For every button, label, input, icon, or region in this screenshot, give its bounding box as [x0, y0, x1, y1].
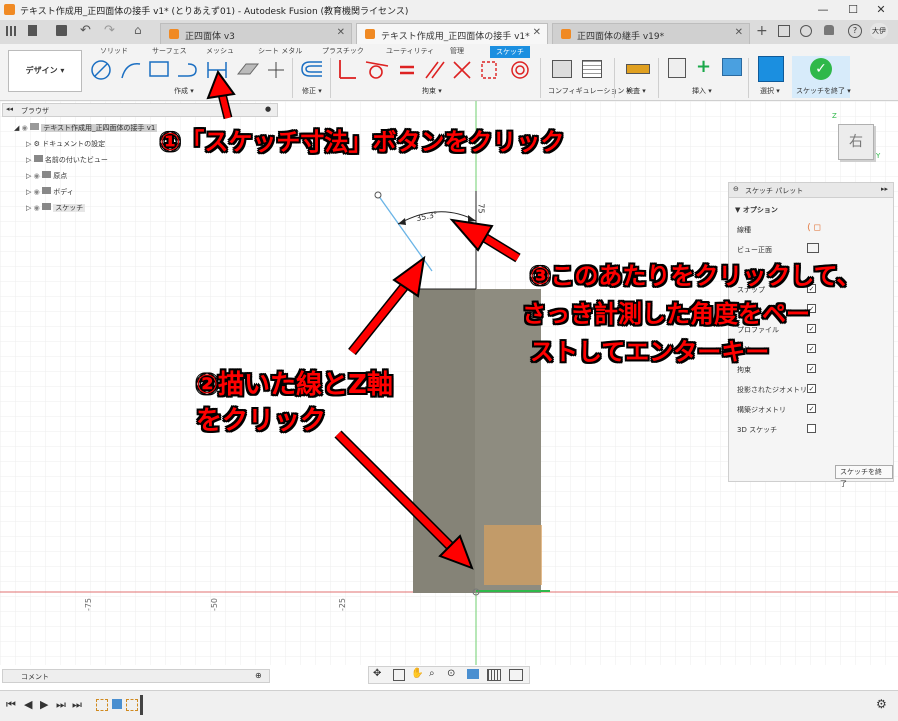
timeline-prev-icon[interactable]: ◀ [24, 698, 32, 711]
timeline-sketch-feature-icon[interactable] [96, 699, 108, 711]
annotation-step3-line3: ストしてエンターキー [530, 338, 770, 366]
add-comment-icon[interactable]: ⊕ [255, 671, 262, 680]
annotation-arrow-2b [334, 430, 474, 570]
display-settings-icon[interactable] [467, 669, 479, 679]
pan-icon[interactable]: ✋ [411, 668, 423, 679]
annotation-step2-line2: をクリック [196, 406, 327, 436]
annotation-arrow-1 [206, 69, 236, 120]
timeline-next-icon[interactable]: ⏭ [56, 698, 66, 712]
timeline-last-icon[interactable]: ⏭ [72, 698, 82, 712]
look-at-nav-icon[interactable] [393, 669, 405, 681]
comment-title: コメント [21, 673, 49, 681]
timeline-settings-icon[interactable]: ⚙ [876, 697, 887, 711]
timeline-extrude-feature-icon[interactable] [112, 699, 122, 709]
timeline-play-icon[interactable]: ▶ [40, 698, 48, 711]
annotation-step2-line1: ②描いた線とZ軸 [196, 370, 393, 400]
timeline-sketch-feature-icon[interactable] [126, 699, 138, 711]
timeline-first-icon[interactable]: ⏮ [6, 698, 16, 712]
annotation-step1: ①「スケッチ寸法」ボタンをクリック [160, 128, 565, 156]
annotation-arrow-3 [449, 218, 521, 263]
timeline-bar: ⏮ ◀ ▶ ⏭ ⏭ ⚙ [0, 690, 898, 721]
comment-panel-header[interactable]: コメント ⊕ [2, 669, 270, 683]
grid-settings-icon[interactable] [487, 669, 501, 681]
fit-icon[interactable]: ⊙ [447, 668, 455, 679]
timeline-marker[interactable] [140, 695, 143, 715]
navigation-bar: ✥ ✋ ⌕ ⊙ [368, 666, 530, 684]
annotation-arrow-2a [348, 255, 426, 356]
viewports-icon[interactable] [509, 669, 523, 681]
zoom-icon[interactable]: ⌕ [429, 668, 435, 679]
annotation-step3-line1: ③このあたりをクリックして、 [530, 262, 861, 290]
annotation-step3-line2: さっき計測した角度をペー [522, 300, 810, 328]
orbit-icon[interactable]: ✥ [373, 668, 381, 679]
